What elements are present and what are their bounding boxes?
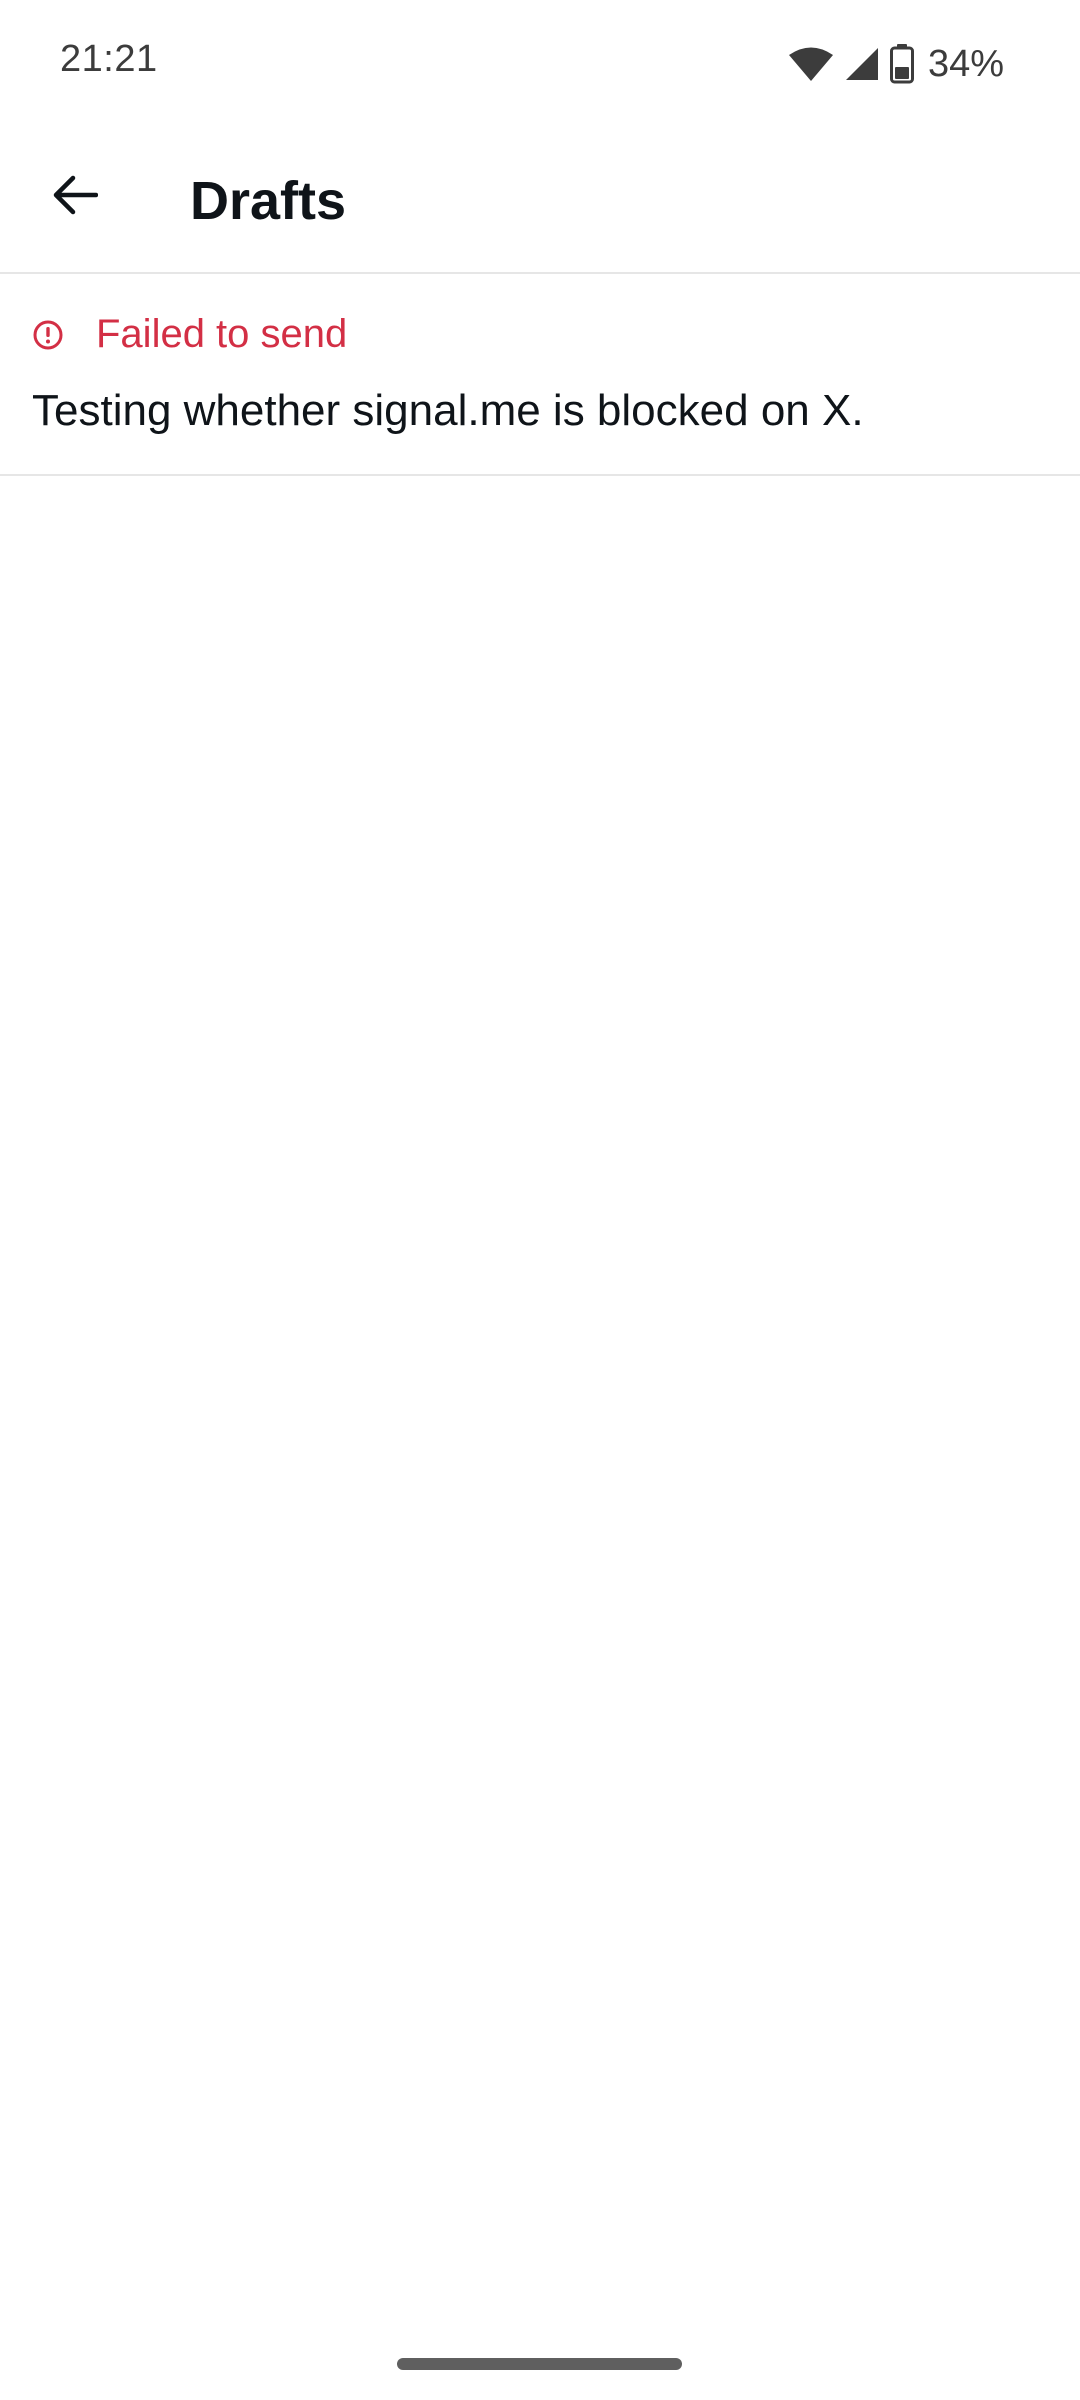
arrow-left-icon	[53, 175, 98, 215]
status-bar: 21:21 34%	[0, 0, 1080, 120]
draft-list-item[interactable]: Failed to send Testing whether signal.me…	[0, 274, 1080, 476]
page-title: Drafts	[190, 171, 347, 231]
status-time: 21:21	[60, 38, 158, 80]
wifi-icon	[788, 47, 833, 81]
home-indicator[interactable]	[397, 2358, 682, 2370]
error-circle-icon	[33, 320, 63, 349]
draft-status: Failed to send	[32, 312, 347, 357]
status-icons: 34%	[788, 38, 1004, 90]
cell-signal-icon	[845, 48, 878, 80]
app-bar: Drafts	[0, 120, 1080, 274]
draft-text: Testing whether signal.me is blocked on …	[32, 386, 864, 435]
failed-to-send-label: Failed to send	[96, 312, 348, 356]
battery-icon	[889, 44, 914, 84]
back-button[interactable]	[30, 150, 120, 240]
battery-percent: 34%	[927, 42, 1004, 85]
